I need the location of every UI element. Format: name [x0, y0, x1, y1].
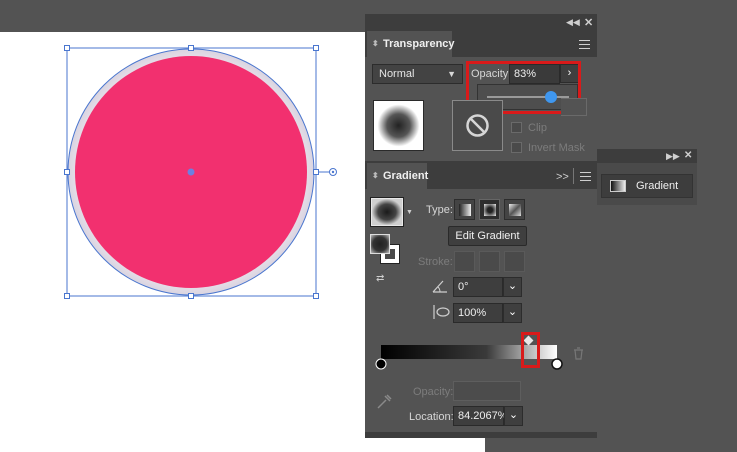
invert-mask-checkbox[interactable] [511, 142, 522, 153]
tab-arrows-icon: ⬍ [372, 39, 379, 48]
aspect-dropdown-button[interactable]: ⌄ [503, 303, 522, 323]
opacity-mask-thumbnail[interactable] [452, 100, 503, 151]
tab-transparency[interactable]: ⬍ Transparency [367, 31, 455, 57]
angle-icon [432, 280, 447, 293]
menu-icon[interactable] [579, 40, 590, 49]
location-input[interactable]: 84.2067% [453, 406, 508, 426]
collapsed-gradient-label: Gradient [636, 180, 679, 192]
expand-panels-icon[interactable]: ▶▶ [666, 151, 680, 162]
close-icon[interactable]: ✕ [684, 150, 692, 161]
gradient-stop-end[interactable] [551, 358, 563, 370]
stroke-across-button [504, 251, 525, 272]
stroke-within-button [454, 251, 475, 272]
location-label: Location: [409, 411, 454, 423]
gradient-opacity-label: Opacity: [413, 386, 454, 398]
collapsed-gradient-button[interactable]: Gradient [601, 174, 693, 198]
artboard-bottom [365, 438, 485, 452]
linear-gradient-icon [459, 204, 471, 216]
close-icon[interactable]: ✕ [584, 16, 593, 29]
angle-dropdown-button[interactable]: ⌄ [503, 277, 522, 297]
swatch-dropdown-icon[interactable]: ▼ [406, 209, 413, 216]
swap-icon[interactable]: ⇄ [376, 273, 384, 284]
gradient-stop-highlight-box [521, 332, 540, 368]
type-label: Type: [426, 204, 453, 216]
invert-mask-label: Invert Mask [528, 142, 585, 154]
chevron-down-icon: ⌄ [507, 280, 518, 292]
stroke-label: Stroke: [418, 256, 453, 268]
aspect-ratio-input[interactable]: 100% [453, 303, 503, 323]
artwork-thumbnail[interactable] [373, 100, 424, 151]
menu-icon[interactable] [580, 172, 591, 181]
expand-options-icon[interactable]: >> [556, 171, 569, 183]
radial-gradient-button[interactable] [479, 199, 500, 220]
gradient-opacity-input [453, 381, 521, 401]
radial-gradient-icon [484, 204, 496, 216]
make-mask-button-partial[interactable] [561, 98, 587, 116]
aspect-ratio-icon [433, 305, 450, 319]
blend-mode-dropdown[interactable]: Normal ▼ [372, 64, 463, 84]
tab-arrows-icon: ⬍ [372, 171, 379, 180]
gradient-stop-start[interactable] [375, 358, 387, 370]
fill-proxy[interactable] [370, 234, 390, 254]
gradient-panel-bottom-edge [365, 432, 597, 438]
linear-gradient-button[interactable] [454, 199, 475, 220]
freeform-gradient-icon [509, 204, 521, 216]
location-dropdown-button[interactable]: ⌄ [504, 406, 523, 426]
selected-circle-artwork[interactable] [55, 36, 355, 308]
chevron-down-icon: ⌄ [508, 409, 519, 421]
tab-gradient[interactable]: ⬍ Gradient [367, 163, 428, 189]
eyedropper-icon[interactable] [375, 393, 393, 411]
stroke-along-button [479, 251, 500, 272]
divider [573, 168, 574, 184]
clip-label: Clip [528, 122, 547, 134]
collapse-panels-icon[interactable]: ◀◀ [566, 17, 580, 28]
clip-checkbox[interactable] [511, 122, 522, 133]
center-point [187, 168, 195, 176]
angle-input[interactable]: 0° [453, 277, 503, 297]
edit-gradient-button[interactable]: Edit Gradient [448, 226, 527, 246]
collapsed-dock-header [597, 149, 697, 163]
freeform-gradient-button[interactable] [504, 199, 525, 220]
chevron-down-icon: ▼ [447, 69, 456, 79]
gradient-fill-swatch[interactable] [370, 197, 404, 227]
panel-dock-header [365, 14, 597, 31]
chevron-down-icon: ⌄ [507, 306, 518, 318]
gradient-swatch-icon [610, 180, 626, 192]
trash-icon[interactable] [573, 347, 584, 360]
